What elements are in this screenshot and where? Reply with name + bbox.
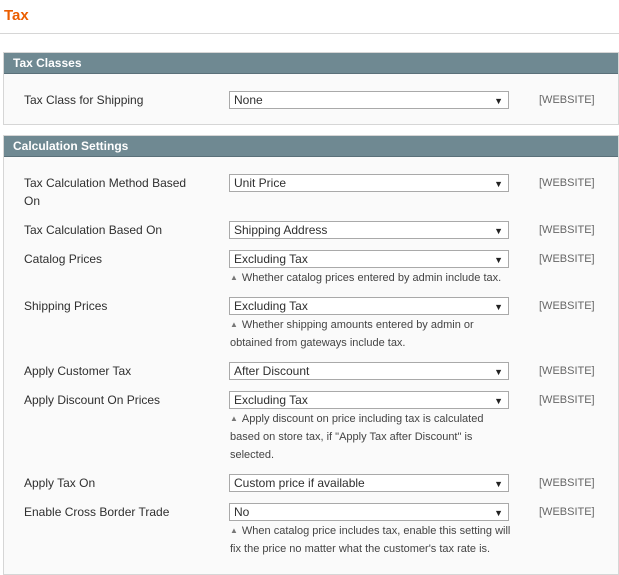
apply-customer-tax-value: After Discount (234, 364, 310, 378)
chevron-down-icon: ▼ (494, 302, 503, 312)
apply-tax-on-label: Apply Tax On (24, 476, 96, 490)
note-triangle-icon: ▲ (230, 526, 238, 535)
cross-border-value: No (234, 505, 250, 519)
chevron-down-icon: ▼ (494, 179, 503, 189)
cross-border-select[interactable]: No ▼ (229, 503, 509, 521)
calc-based-on-select[interactable]: Shipping Address ▼ (229, 221, 509, 239)
apply-discount-note: ▲ Apply discount on price including tax i… (230, 413, 484, 461)
catalog-prices-value: Excluding Tax (234, 252, 308, 266)
calc-method-value: Unit Price (234, 176, 287, 190)
chevron-down-icon: ▼ (494, 255, 503, 265)
tax-classes-section: Tax Classes Tax Class for Shipping None … (3, 52, 619, 125)
shipping-prices-note: ▲ Whether shipping amounts entered by adm… (230, 319, 474, 349)
apply-discount-select[interactable]: Excluding Tax ▼ (229, 391, 509, 409)
chevron-down-icon: ▼ (494, 479, 503, 489)
calc-method-label: Tax Calculation Method Based On (24, 176, 187, 208)
chevron-down-icon: ▼ (494, 508, 503, 518)
scope-label: [WEBSITE] (539, 394, 595, 406)
apply-discount-value: Excluding Tax (234, 393, 308, 407)
scope-label: [WEBSITE] (539, 477, 595, 489)
chevron-down-icon: ▼ (494, 226, 503, 236)
catalog-prices-label: Catalog Prices (24, 252, 103, 266)
page-title: Tax (4, 7, 29, 24)
chevron-down-icon: ▼ (494, 367, 503, 377)
note-triangle-icon: ▲ (230, 320, 238, 329)
chevron-down-icon: ▼ (494, 96, 503, 106)
apply-customer-tax-label: Apply Customer Tax (24, 364, 132, 378)
note-triangle-icon: ▲ (230, 273, 238, 282)
calc-based-on-value: Shipping Address (234, 223, 328, 237)
tax-classes-header[interactable]: Tax Classes (4, 53, 618, 74)
scope-label: [WEBSITE] (539, 300, 595, 312)
catalog-prices-note: ▲ Whether catalog prices entered by admin… (230, 272, 502, 284)
cross-border-label: Enable Cross Border Trade (24, 505, 170, 519)
scope-label: [WEBSITE] (539, 224, 595, 236)
tax-class-shipping-select[interactable]: None ▼ (229, 91, 509, 109)
shipping-prices-label: Shipping Prices (24, 299, 108, 313)
apply-tax-on-select[interactable]: Custom price if available ▼ (229, 474, 509, 492)
scope-label: [WEBSITE] (539, 253, 595, 265)
calculation-settings-header[interactable]: Calculation Settings (4, 136, 618, 157)
apply-customer-tax-select[interactable]: After Discount ▼ (229, 362, 509, 380)
calc-method-select[interactable]: Unit Price ▼ (229, 174, 509, 192)
title-divider (0, 33, 619, 34)
scope-label: [WEBSITE] (539, 365, 595, 377)
tax-class-shipping-label: Tax Class for Shipping (24, 93, 144, 107)
scope-label: [WEBSITE] (539, 506, 595, 518)
tax-class-shipping-value: None (234, 93, 263, 107)
note-triangle-icon: ▲ (230, 414, 238, 423)
cross-border-note: ▲ When catalog price includes tax, enable… (230, 525, 511, 555)
calculation-settings-section: Calculation Settings Tax Calculation Met… (3, 135, 619, 575)
calc-based-on-label: Tax Calculation Based On (24, 223, 163, 237)
chevron-down-icon: ▼ (494, 396, 503, 406)
shipping-prices-select[interactable]: Excluding Tax ▼ (229, 297, 509, 315)
apply-tax-on-value: Custom price if available (234, 476, 365, 490)
scope-label: [WEBSITE] (539, 177, 595, 189)
apply-discount-label: Apply Discount On Prices (24, 393, 161, 407)
catalog-prices-select[interactable]: Excluding Tax ▼ (229, 250, 509, 268)
shipping-prices-value: Excluding Tax (234, 299, 308, 313)
scope-label: [WEBSITE] (539, 94, 595, 106)
